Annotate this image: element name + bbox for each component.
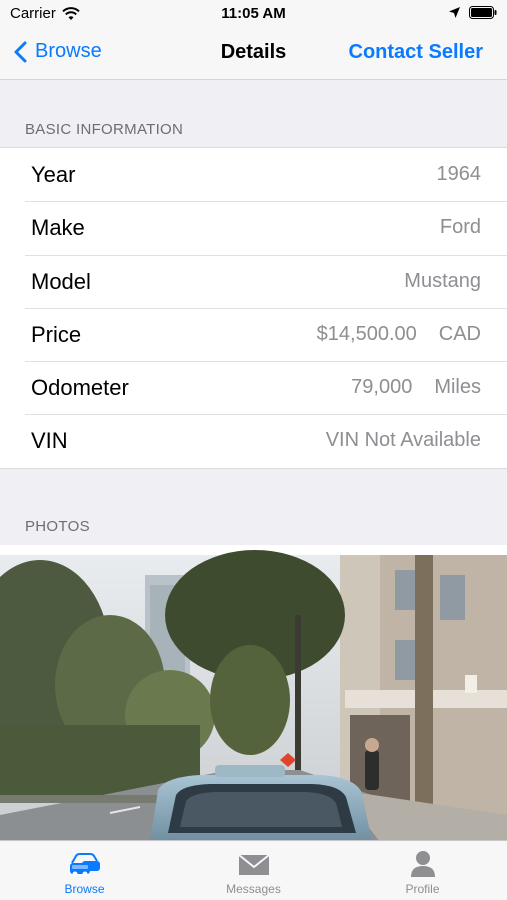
table-row-model: Model Mustang (0, 254, 507, 308)
envelope-icon (237, 854, 270, 875)
tab-label: Messages (226, 882, 281, 896)
tab-bar: Browse Messages Profile (0, 840, 507, 900)
row-value: 1964 (437, 163, 482, 186)
row-value: VIN Not Available (326, 429, 481, 452)
tab-label: Profile (405, 882, 440, 896)
row-label: Year (31, 162, 76, 187)
car-photo-image (0, 545, 507, 842)
contact-seller-button[interactable]: Contact Seller (349, 41, 483, 64)
car-photo[interactable] (0, 545, 507, 842)
row-value: $14,500.00 CAD (317, 323, 481, 346)
table-row-make: Make Ford (0, 201, 507, 254)
make-value: Ford (439, 216, 481, 239)
table-row-odometer: Odometer 79,000 Miles (0, 361, 507, 414)
basic-information-header: BASIC INFORMATION (25, 121, 184, 138)
tab-label: Browse (64, 882, 105, 896)
table-row-price: Price $14,500.00 CAD (0, 307, 507, 361)
row-label: Odometer (31, 375, 129, 401)
basic-information-table: Year 1964 Make Ford Model Mustang Price … (0, 147, 507, 469)
row-label: Price (31, 321, 82, 347)
table-row-year: Year 1964 (0, 148, 507, 201)
tab-messages[interactable]: Messages (169, 841, 338, 900)
row-value: Ford (440, 216, 481, 239)
price-currency: CAD (438, 322, 481, 345)
tab-profile[interactable]: Profile (338, 841, 507, 900)
vin-value: VIN Not Available (325, 429, 481, 452)
row-value: 79,000 Miles (351, 376, 481, 399)
battery-icon (469, 6, 497, 19)
odometer-value: 79,000 (351, 376, 413, 399)
location-arrow-icon (449, 7, 460, 18)
row-value: Mustang (404, 270, 481, 293)
car-icon (69, 853, 100, 877)
year-value: 1964 (436, 163, 482, 185)
table-row-vin: VIN VIN Not Available (0, 414, 507, 467)
navigation-bar: Browse Details Contact Seller (0, 28, 507, 80)
status-time: 11:05 AM (221, 5, 286, 22)
price-value: $14,500.00 (316, 322, 417, 345)
photos-header: PHOTOS (25, 518, 90, 535)
person-icon (410, 851, 435, 877)
tab-browse[interactable]: Browse (0, 841, 169, 900)
odometer-unit: Miles (434, 376, 481, 399)
row-label: VIN (31, 428, 68, 454)
status-bar: Carrier 11:05 AM (0, 0, 507, 28)
model-value: Mustang (404, 269, 481, 292)
row-label: Model (31, 268, 91, 294)
row-label: Make (31, 215, 85, 241)
